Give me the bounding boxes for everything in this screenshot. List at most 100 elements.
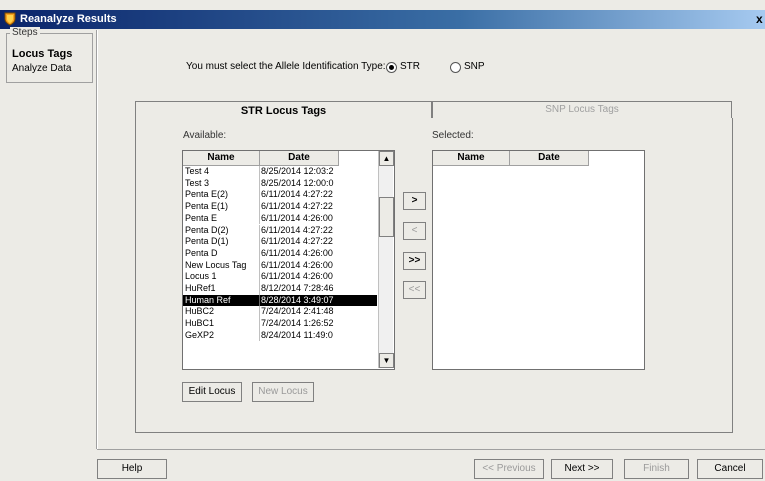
app-shield-icon — [4, 12, 16, 26]
table-row[interactable]: Locus 1 6/11/2014 4:26:00 — [183, 271, 377, 283]
locus-name-cell: GeXP2 — [185, 329, 215, 340]
snp-radio-label[interactable]: SNP — [464, 61, 485, 72]
next-button[interactable]: Next >> — [551, 459, 613, 479]
table-row[interactable]: HuRef1 8/12/2014 7:28:46 — [183, 283, 377, 295]
available-date-header[interactable]: Date — [260, 151, 339, 166]
previous-button[interactable]: << Previous — [474, 459, 544, 479]
table-row[interactable]: Penta E(1) 6/11/2014 4:27:22 — [183, 201, 377, 213]
allele-type-prompt: You must select the Allele Identificatio… — [186, 61, 386, 72]
locus-date-cell: 7/24/2014 2:41:48 — [261, 306, 334, 317]
title-bar: Reanalyze Results x — [0, 10, 765, 29]
str-radio[interactable] — [386, 62, 397, 73]
table-row[interactable]: Penta E(2) 6/11/2014 4:27:22 — [183, 189, 377, 202]
table-row[interactable]: Test 3 8/25/2014 12:00:0 — [183, 177, 377, 190]
add-all-button[interactable]: >> — [403, 252, 426, 270]
reanalyze-results-window: Reanalyze Results x Steps Locus Tags Ana… — [0, 0, 765, 481]
help-button[interactable]: Help — [97, 459, 167, 479]
table-row[interactable]: HuBC2 7/24/2014 2:41:48 — [183, 306, 377, 319]
available-list[interactable]: Name Date Test 4 8/25/2014 12:03:2 Test 3 8… — [182, 150, 395, 370]
locus-name-cell: HuBC2 — [185, 306, 215, 317]
column-divider — [259, 201, 260, 213]
snp-radio[interactable] — [450, 62, 461, 73]
footer-divider — [97, 449, 765, 450]
column-divider — [259, 212, 260, 225]
column-divider — [259, 329, 260, 342]
steps-legend: Steps — [10, 27, 40, 38]
edit-locus-button[interactable]: Edit Locus — [182, 382, 242, 402]
column-divider — [259, 224, 260, 237]
locus-date-cell: 6/11/2014 4:27:22 — [261, 201, 333, 212]
locus-name-cell: Penta D — [185, 247, 218, 258]
locus-date-cell: 6/11/2014 4:26:00 — [261, 212, 333, 223]
column-divider — [259, 271, 260, 283]
locus-date-cell: 7/24/2014 1:26:52 — [261, 318, 334, 329]
column-divider — [259, 294, 260, 307]
locus-name-cell: Penta D(2) — [185, 224, 229, 235]
column-divider — [259, 236, 260, 248]
locus-date-cell: 8/28/2014 3:49:07 — [261, 294, 334, 305]
table-row[interactable]: Test 4 8/25/2014 12:03:2 — [183, 166, 377, 178]
table-row[interactable]: Penta D 6/11/2014 4:26:00 — [183, 247, 377, 260]
selected-date-header[interactable]: Date — [510, 151, 589, 166]
locus-date-cell: 6/11/2014 4:26:00 — [261, 259, 333, 270]
column-divider — [259, 259, 260, 272]
table-row[interactable]: Penta D(1) 6/11/2014 4:27:22 — [183, 236, 377, 248]
column-divider — [259, 318, 260, 330]
column-divider — [259, 189, 260, 202]
available-name-header[interactable]: Name — [183, 151, 260, 166]
locus-date-cell: 8/24/2014 11:49:0 — [261, 329, 333, 340]
column-divider — [259, 166, 260, 178]
table-row[interactable]: Penta D(2) 6/11/2014 4:27:22 — [183, 224, 377, 237]
locus-name-cell: Penta E(2) — [185, 189, 229, 200]
table-row[interactable]: Penta E 6/11/2014 4:26:00 — [183, 212, 377, 225]
selected-name-header[interactable]: Name — [433, 151, 510, 166]
locus-date-cell: 8/25/2014 12:00:0 — [261, 177, 334, 188]
scroll-down-button[interactable]: ▼ — [379, 353, 394, 368]
available-label: Available: — [183, 130, 227, 141]
table-row[interactable]: New Locus Tag 6/11/2014 4:26:00 — [183, 259, 377, 272]
locus-name-cell: Test 3 — [185, 177, 210, 188]
table-row[interactable]: Human Ref 8/28/2014 3:49:07 — [183, 294, 377, 307]
selected-label: Selected: — [432, 130, 474, 141]
locus-date-cell: 6/11/2014 4:27:22 — [261, 189, 333, 200]
locus-date-cell: 6/11/2014 4:26:00 — [261, 271, 333, 282]
available-scrollbar[interactable]: ▲ ▼ — [378, 151, 394, 368]
column-divider — [259, 306, 260, 319]
column-divider — [259, 283, 260, 295]
locus-name-cell: HuRef1 — [185, 283, 216, 293]
locus-name-cell: Locus 1 — [185, 271, 217, 282]
cancel-button[interactable]: Cancel — [697, 459, 763, 479]
radio-dot — [389, 65, 394, 70]
new-locus-button[interactable]: New Locus — [252, 382, 314, 402]
locus-name-cell: New Locus Tag — [185, 259, 247, 270]
locus-name-cell: Test 4 — [185, 166, 210, 176]
locus-name-cell: HuBC1 — [185, 318, 215, 329]
locus-name-cell: Human Ref — [185, 294, 231, 305]
close-icon[interactable]: x — [756, 12, 763, 26]
locus-date-cell: 6/11/2014 4:26:00 — [261, 247, 333, 258]
locus-name-cell: Penta E(1) — [185, 201, 229, 212]
scroll-up-button[interactable]: ▲ — [379, 151, 394, 166]
scroll-thumb[interactable] — [379, 197, 394, 237]
remove-button[interactable]: < — [403, 222, 426, 240]
window-title: Reanalyze Results — [20, 13, 117, 25]
finish-button[interactable]: Finish — [624, 459, 689, 479]
locus-name-cell: Penta E — [185, 212, 218, 223]
locus-date-cell: 6/11/2014 4:27:22 — [261, 224, 333, 235]
remove-all-button[interactable]: << — [403, 281, 426, 299]
step-analyze-data[interactable]: Analyze Data — [12, 63, 71, 74]
table-row[interactable]: HuBC1 7/24/2014 1:26:52 — [183, 318, 377, 330]
add-button[interactable]: > — [403, 192, 426, 210]
column-divider — [259, 247, 260, 260]
tab-snp-locus-tags[interactable]: SNP Locus Tags — [432, 101, 732, 119]
step-locus-tags[interactable]: Locus Tags — [12, 48, 72, 60]
locus-name-cell: Penta D(1) — [185, 236, 229, 247]
locus-date-cell: 6/11/2014 4:27:22 — [261, 236, 333, 247]
column-divider — [259, 177, 260, 190]
panel-divider-highlight — [97, 30, 98, 449]
selected-list[interactable]: Name Date — [432, 150, 645, 370]
str-radio-label[interactable]: STR — [400, 61, 420, 72]
locus-date-cell: 8/12/2014 7:28:46 — [261, 283, 334, 293]
table-row[interactable]: GeXP2 8/24/2014 11:49:0 — [183, 329, 377, 342]
locus-date-cell: 8/25/2014 12:03:2 — [261, 166, 334, 176]
